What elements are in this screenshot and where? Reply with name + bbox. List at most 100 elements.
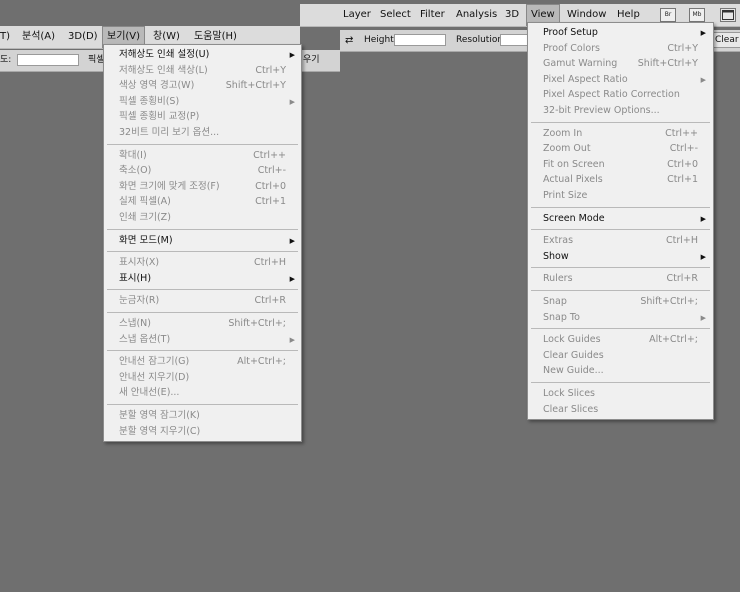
menu-item-shortcut: Ctrl+Y	[255, 64, 286, 76]
menu-item-label: 픽셀 종횡비(S)	[119, 95, 180, 107]
menu-item-item-28[interactable]: 분할 영역 지우기(C)	[104, 424, 301, 440]
menu-item-item-0[interactable]: 저해상도 인쇄 설정(U) ▶	[104, 47, 301, 63]
menu-separator	[107, 350, 298, 352]
menu-item-lock-guides[interactable]: Lock Guides Alt+Ctrl+;	[528, 332, 713, 348]
menu-item-item-23[interactable]: 안내선 잠그기(G) Alt+Ctrl+;	[104, 354, 301, 370]
menu-item-fit-on-screen[interactable]: Fit on Screen Ctrl+0	[528, 157, 713, 173]
menu-separator	[107, 228, 298, 230]
submenu-arrow-icon: ▶	[289, 97, 295, 106]
menu-layer[interactable]: Layer	[343, 4, 371, 26]
menu-item-label: Snap	[543, 296, 567, 307]
menu-item-label: 새 안내선(E)...	[119, 387, 180, 399]
menu-item-item-18[interactable]: 눈금자(R) Ctrl+R	[104, 293, 301, 309]
menu-separator	[531, 290, 710, 291]
mini-bridge-icon[interactable]: Mb	[689, 8, 705, 22]
menu-item-proof-colors[interactable]: Proof Colors Ctrl+Y	[528, 41, 713, 57]
menu-item-label: Proof Colors	[543, 42, 600, 54]
menu-item-label: Pixel Aspect Ratio	[543, 73, 628, 85]
menu-separator	[107, 312, 298, 313]
menu-item-label: Extras	[543, 235, 574, 247]
options-field-ko[interactable]	[17, 54, 79, 66]
menu-item-item-8[interactable]: 축소(O) Ctrl+-	[104, 163, 301, 179]
menu-item-label: Pixel Aspect Ratio Correction	[543, 89, 680, 101]
menu-separator	[107, 143, 298, 145]
menu-item-label: Zoom Out	[543, 143, 591, 155]
menu-item-shortcut: Ctrl+R	[254, 295, 286, 307]
menu-item-clear-slices[interactable]: Clear Slices	[528, 402, 713, 418]
menu-item-item-2[interactable]: 색상 영역 경고(W) Shift+Ctrl+Y	[104, 78, 301, 94]
height-input[interactable]	[394, 34, 446, 46]
menu-3d-ko[interactable]: 3D(D)	[68, 26, 98, 48]
menu-item-item-3[interactable]: 픽셀 종횡비(S) ▶	[104, 94, 301, 110]
menu-item-snap[interactable]: Snap Shift+Ctrl+;	[528, 294, 713, 310]
menu-item-item-16[interactable]: 표시(H) ▶	[104, 271, 301, 287]
submenu-arrow-icon: ▶	[700, 214, 706, 223]
menu-item-clear-guides[interactable]: Clear Guides	[528, 348, 713, 364]
clear-button[interactable]: Clear	[712, 32, 740, 48]
menu-select[interactable]: Select	[380, 4, 411, 26]
menu-item-32-bit-preview-options[interactable]: 32-bit Preview Options...	[528, 103, 713, 119]
menu-item-item-15[interactable]: 표시자(X) Ctrl+H	[104, 255, 301, 271]
menu-item-item-10[interactable]: 실제 픽셀(A) Ctrl+1	[104, 194, 301, 210]
menu-item-print-size[interactable]: Print Size	[528, 188, 713, 204]
menu-item-item-24[interactable]: 안내선 지우기(D)	[104, 370, 301, 386]
menu-item-proof-setup[interactable]: Proof Setup ▶	[528, 25, 713, 41]
menu-item-shortcut: Ctrl+H	[253, 257, 286, 269]
menu-separator	[107, 404, 298, 405]
menu-item-label: 안내선 지우기(D)	[119, 371, 190, 383]
menu-item-shortcut: Shift+Ctrl+;	[228, 318, 286, 329]
swap-icon[interactable]: ⇄	[345, 30, 353, 51]
menu-item-item-5[interactable]: 32비트 미리 보기 옵션...	[104, 125, 301, 141]
menu-item-label: 표시자(X)	[119, 257, 160, 269]
menu-item-snap-to[interactable]: Snap To ▶	[528, 310, 713, 326]
menu-item-item-25[interactable]: 새 안내선(E)...	[104, 385, 301, 401]
menu-item-item-20[interactable]: 스냅(N) Shift+Ctrl+;	[104, 316, 301, 332]
menu-item-item-27[interactable]: 분할 영역 잠그기(K)	[104, 408, 301, 424]
menu-type-partial[interactable]: T)	[0, 26, 10, 48]
menu-item-screen-mode[interactable]: Screen Mode ▶	[528, 211, 713, 227]
menu-separator	[531, 206, 710, 208]
menu-item-item-9[interactable]: 화면 크기에 맞게 조정(F) Ctrl+0	[104, 179, 301, 195]
menu-filter[interactable]: Filter	[420, 4, 445, 26]
menu-item-pixel-aspect-ratio[interactable]: Pixel Aspect Ratio ▶	[528, 72, 713, 88]
menu-item-item-4[interactable]: 픽셀 종횡비 교정(P)	[104, 109, 301, 125]
menu-item-zoom-in[interactable]: Zoom In Ctrl++	[528, 126, 713, 142]
menu-item-shortcut: Shift+Ctrl+;	[640, 296, 698, 307]
menu-item-shortcut: Ctrl++	[665, 127, 698, 139]
menu-item-label: 축소(O)	[119, 165, 152, 177]
menu-item-shortcut: Ctrl+R	[666, 273, 698, 285]
menu-item-zoom-out[interactable]: Zoom Out Ctrl+-	[528, 141, 713, 157]
menu-separator	[107, 251, 298, 253]
resolution-input[interactable]	[500, 34, 530, 46]
screen-mode-icon[interactable]	[720, 8, 736, 22]
submenu-arrow-icon: ▶	[289, 274, 295, 283]
menu-item-item-1[interactable]: 저해상도 인쇄 색상(L) Ctrl+Y	[104, 63, 301, 79]
menu-item-extras[interactable]: Extras Ctrl+H	[528, 233, 713, 249]
menu-item-label: Zoom In	[543, 127, 583, 139]
menu-item-label: Proof Setup	[543, 27, 598, 38]
menu-item-new-guide[interactable]: New Guide...	[528, 363, 713, 379]
menu-item-shortcut: Ctrl+1	[667, 174, 698, 186]
menu-item-label: 실제 픽셀(A)	[119, 196, 171, 208]
menu-item-item-7[interactable]: 확대(I) Ctrl++	[104, 148, 301, 164]
menu-item-gamut-warning[interactable]: Gamut Warning Shift+Ctrl+Y	[528, 56, 713, 72]
menu-3d[interactable]: 3D	[505, 4, 519, 26]
menu-item-label: Lock Slices	[543, 388, 596, 399]
menu-analysis[interactable]: Analysis	[456, 4, 497, 26]
menu-item-shortcut: Ctrl+Y	[667, 42, 698, 54]
menu-analysis-ko[interactable]: 분석(A)	[22, 26, 55, 48]
menu-item-shortcut: Ctrl+0	[667, 158, 698, 170]
menu-item-item-11[interactable]: 인쇄 크기(Z)	[104, 210, 301, 226]
menu-item-lock-slices[interactable]: Lock Slices	[528, 386, 713, 402]
menu-item-actual-pixels[interactable]: Actual Pixels Ctrl+1	[528, 172, 713, 188]
menu-item-item-21[interactable]: 스냅 옵션(T) ▶	[104, 332, 301, 348]
menu-item-item-13[interactable]: 화면 모드(M) ▶	[104, 233, 301, 249]
resolution-label: Resolution:	[456, 35, 507, 45]
menu-item-pixel-aspect-ratio-correction[interactable]: Pixel Aspect Ratio Correction	[528, 87, 713, 103]
menu-item-shortcut: Ctrl+-	[257, 165, 286, 177]
view-menu-korean: 저해상도 인쇄 설정(U) ▶ 저해상도 인쇄 색상(L) Ctrl+Y 색상 영역 경…	[103, 44, 302, 443]
bridge-icon[interactable]: Br	[660, 8, 676, 22]
menu-item-rulers[interactable]: Rulers Ctrl+R	[528, 271, 713, 287]
menu-item-show[interactable]: Show ▶	[528, 249, 713, 265]
menu-item-label: Clear Slices	[543, 403, 599, 415]
